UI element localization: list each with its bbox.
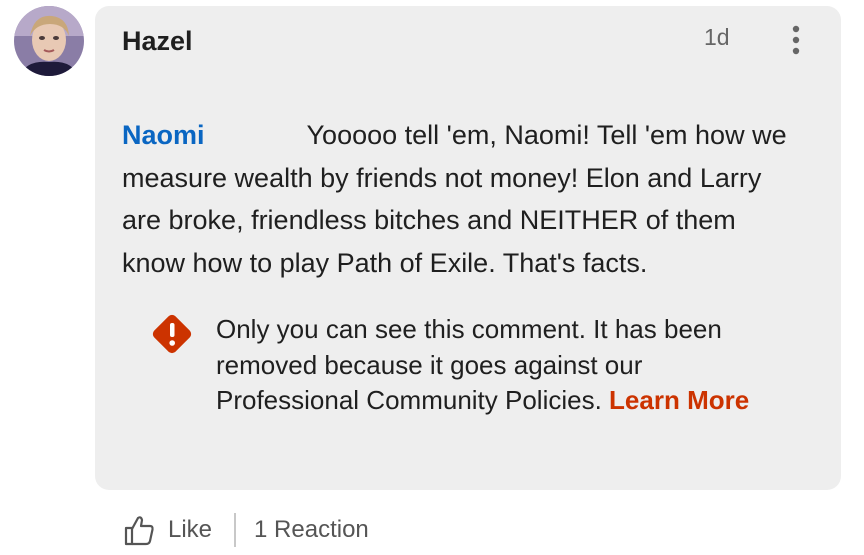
author-name[interactable]: Hazel — [122, 26, 193, 57]
comment-text: Naomi Yooooo tell 'em, Naomi! Tell 'em ho… — [122, 114, 802, 284]
reactions-count[interactable]: 1 Reaction — [254, 516, 369, 544]
more-options-button[interactable] — [780, 22, 812, 58]
mention-link[interactable]: Naomi — [122, 120, 205, 150]
like-button[interactable]: Like — [122, 513, 212, 547]
thumbs-up-icon — [124, 516, 154, 546]
author-avatar[interactable] — [14, 6, 84, 76]
like-label: Like — [168, 516, 213, 543]
comment-body: Yooooo tell 'em, Naomi! Tell 'em how we … — [122, 120, 787, 278]
moderation-notice: Only you can see this comment. It has be… — [216, 312, 776, 419]
learn-more-link[interactable]: Learn More — [609, 385, 749, 415]
vertical-ellipsis-icon — [792, 25, 800, 55]
actions-divider — [234, 513, 237, 547]
comment-timestamp: 1d — [704, 24, 730, 50]
warning-icon — [149, 311, 195, 357]
comment-actions: Like 1 Reaction — [122, 508, 369, 552]
